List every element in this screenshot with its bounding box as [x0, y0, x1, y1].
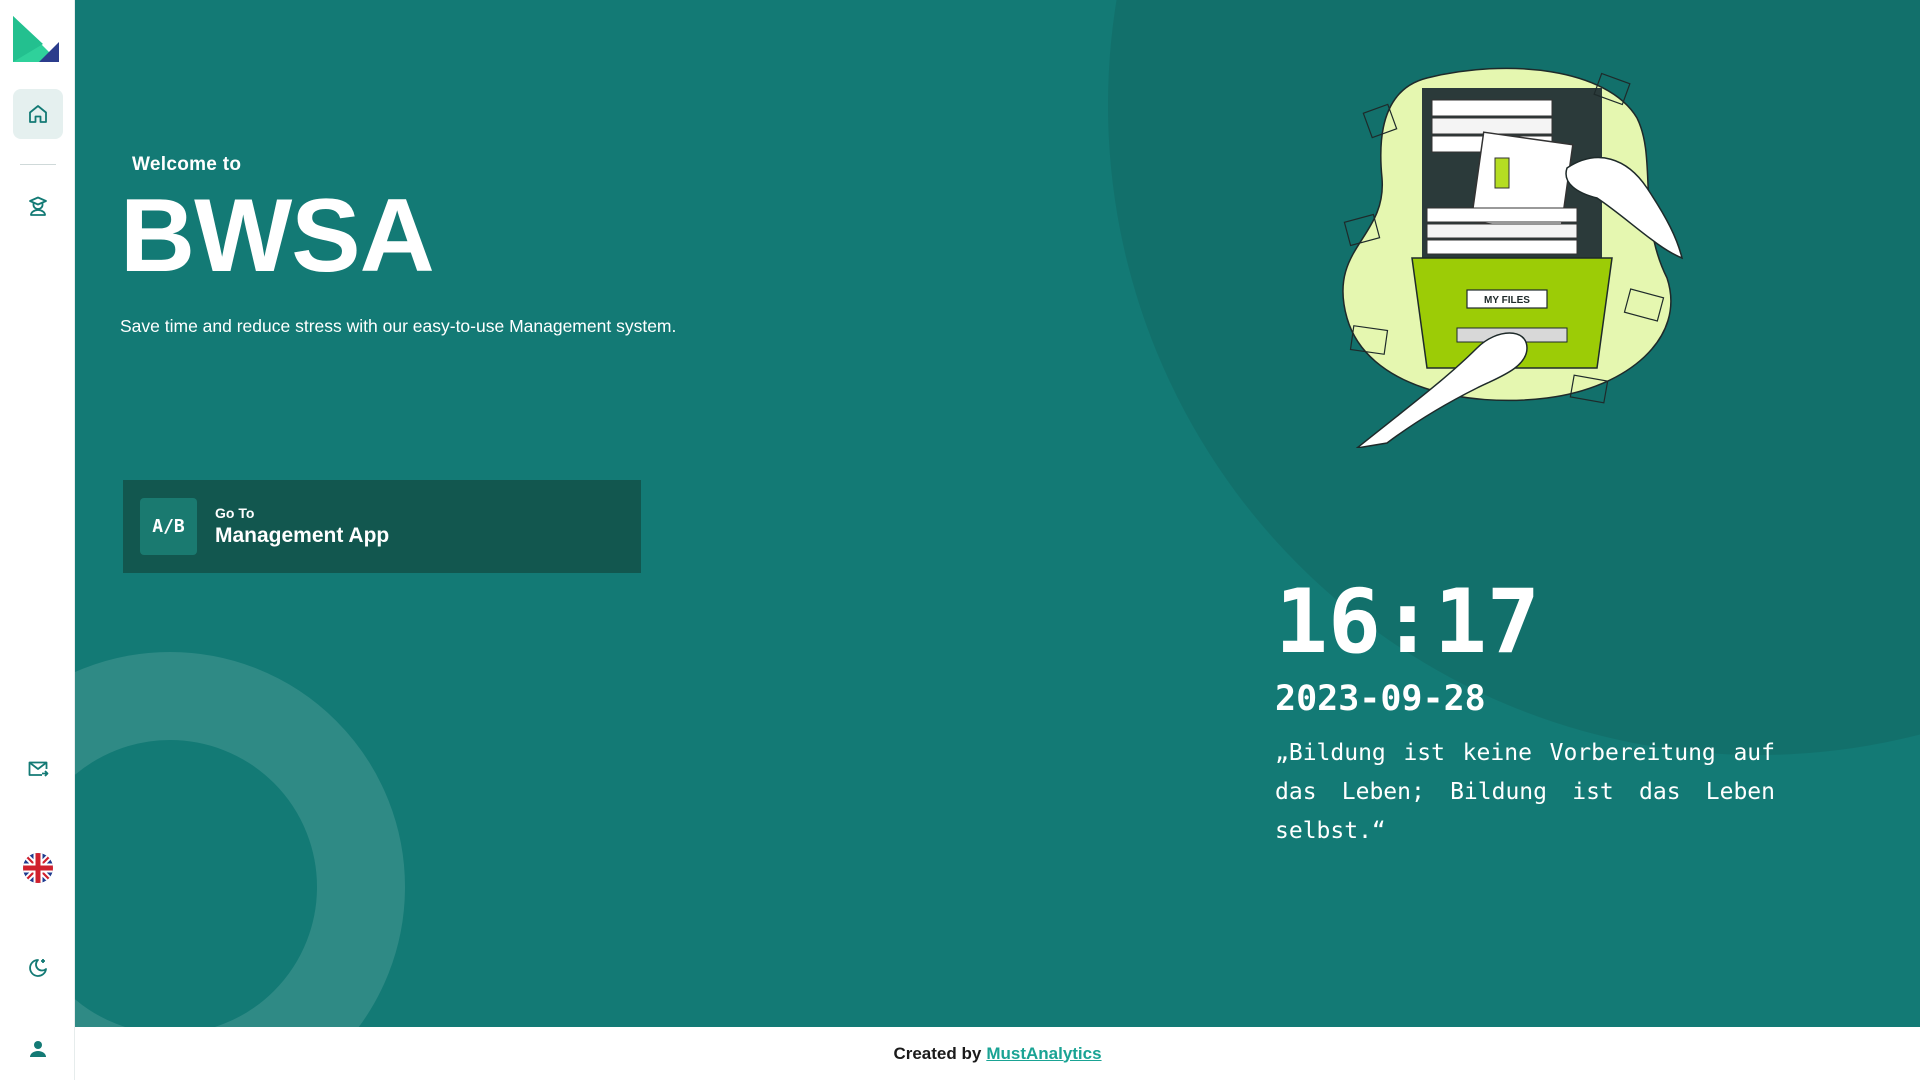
sidebar-item-theme[interactable]	[13, 943, 63, 993]
user-icon	[30, 1041, 46, 1057]
uk-flag-icon	[23, 853, 53, 883]
mail-icon	[28, 761, 49, 777]
home-icon	[29, 105, 47, 123]
ab-icon: A/B	[140, 498, 197, 555]
footer-created-by: Created by	[893, 1043, 982, 1063]
quote-text: „Bildung ist keine Vorbereitung auf das …	[1275, 740, 1775, 844]
sidebar-item-language[interactable]	[13, 843, 63, 893]
sidebar-item-profile[interactable]	[13, 1024, 63, 1074]
footer: Created by MustAnalytics	[75, 1027, 1920, 1080]
app-logo[interactable]	[13, 16, 59, 62]
page-subtitle: Save time and reduce stress with our eas…	[120, 316, 677, 336]
clock-time: 16:17	[1275, 570, 1540, 673]
page-title: BWSA	[120, 178, 435, 294]
teacher-icon	[29, 196, 47, 216]
footer-link[interactable]: MustAnalytics	[986, 1044, 1101, 1064]
goto-text: Go To Management App	[215, 505, 389, 548]
file-cabinet-illustration: MY FILES	[1342, 67, 1684, 448]
welcome-text: Welcome to	[132, 154, 242, 175]
sidebar-item-mail[interactable]	[13, 744, 63, 794]
sidebar-item-home[interactable]	[13, 89, 63, 139]
goto-main-label: Management App	[215, 524, 390, 547]
main-panel: Welcome to BWSA Save time and reduce str…	[75, 0, 1920, 1027]
illustration-label: MY FILES	[1484, 295, 1530, 306]
sidebar-divider	[20, 164, 56, 165]
goto-small-label: Go To	[215, 505, 255, 521]
goto-management-app-button[interactable]: A/B Go To Management App	[123, 480, 641, 573]
sidebar-item-teacher[interactable]	[13, 181, 63, 231]
sidebar	[0, 0, 75, 1080]
moon-stars-icon	[29, 959, 47, 977]
background-ring	[75, 652, 405, 1027]
clock-date: 2023-09-28	[1275, 679, 1486, 719]
